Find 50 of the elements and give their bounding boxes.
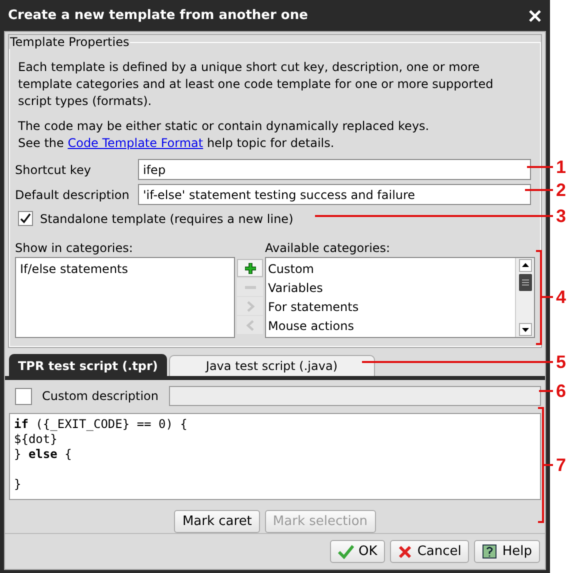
help-text: The code may be either static or contain dynamically replaced keys. See the Code Template Format help topic for details. bbox=[18, 118, 430, 152]
list-item[interactable]: For statements bbox=[268, 298, 513, 317]
scrollbar[interactable] bbox=[515, 258, 534, 337]
checkbox[interactable] bbox=[15, 388, 32, 404]
leader-line bbox=[541, 296, 553, 298]
list-item[interactable]: Mouse actions bbox=[268, 317, 513, 336]
scroll-thumb[interactable] bbox=[518, 274, 532, 291]
callout-number: 3 bbox=[556, 206, 566, 226]
close-icon[interactable] bbox=[528, 8, 542, 22]
scroll-down-button[interactable] bbox=[518, 323, 532, 336]
help-book-icon bbox=[482, 544, 498, 559]
plus-icon bbox=[244, 262, 256, 274]
list-label: Available categories: bbox=[265, 241, 392, 257]
tab[interactable]: TPR test script (.tpr) bbox=[9, 354, 167, 376]
list-item[interactable]: Variables bbox=[268, 279, 513, 298]
help-button[interactable]: Help bbox=[474, 540, 540, 563]
callout-number: 1 bbox=[556, 157, 566, 177]
leader-line bbox=[539, 390, 553, 392]
callout-number: 6 bbox=[556, 381, 566, 401]
list-item[interactable]: If/else statements bbox=[20, 260, 230, 279]
shortcut-key-field[interactable]: ifep bbox=[138, 159, 531, 180]
checkmark-icon bbox=[338, 544, 354, 558]
intro-text: Each template is defined by a unique short cut key, description, one or more template categories and at least one code template for one or more supported script types (formats). bbox=[18, 59, 494, 110]
callout-number: 5 bbox=[556, 352, 566, 372]
chevron-right-icon bbox=[244, 300, 256, 312]
cancel-button[interactable]: Cancel bbox=[390, 540, 470, 563]
checkbox-label: Custom description bbox=[42, 389, 159, 403]
leader-line bbox=[527, 166, 553, 168]
group-title: Template Properties bbox=[9, 35, 130, 49]
field-label: Default description bbox=[15, 188, 130, 202]
callout-number: 7 bbox=[556, 455, 566, 475]
description-field[interactable]: 'if-else' statement testing success and failure bbox=[138, 184, 531, 205]
add-button[interactable] bbox=[237, 259, 263, 277]
field-label: Shortcut key bbox=[15, 162, 92, 176]
callout-number: 4 bbox=[556, 287, 566, 307]
help-link[interactable]: Code Template Format bbox=[68, 136, 204, 150]
list-item[interactable]: Custom bbox=[268, 260, 513, 279]
list-label: Show in categories: bbox=[15, 241, 134, 257]
checkbox-label: Standalone template (requires a new line) bbox=[40, 212, 294, 226]
mark-button[interactable]: Mark caret bbox=[174, 510, 260, 533]
tab[interactable]: Java test script (.java) bbox=[168, 355, 375, 376]
chevron-left-icon bbox=[244, 320, 256, 330]
callout-number: 2 bbox=[556, 180, 566, 200]
ok-button[interactable]: OK bbox=[330, 540, 386, 563]
cross-icon bbox=[398, 544, 412, 558]
leader-line bbox=[525, 189, 553, 191]
code-editor[interactable]: if ({_EXIT_CODE} == 0) { ${dot} } else { } bbox=[9, 413, 541, 500]
scroll-up-button[interactable] bbox=[518, 259, 532, 272]
checkbox[interactable] bbox=[18, 211, 33, 226]
window-title: Create a new template from another one bbox=[8, 8, 308, 23]
